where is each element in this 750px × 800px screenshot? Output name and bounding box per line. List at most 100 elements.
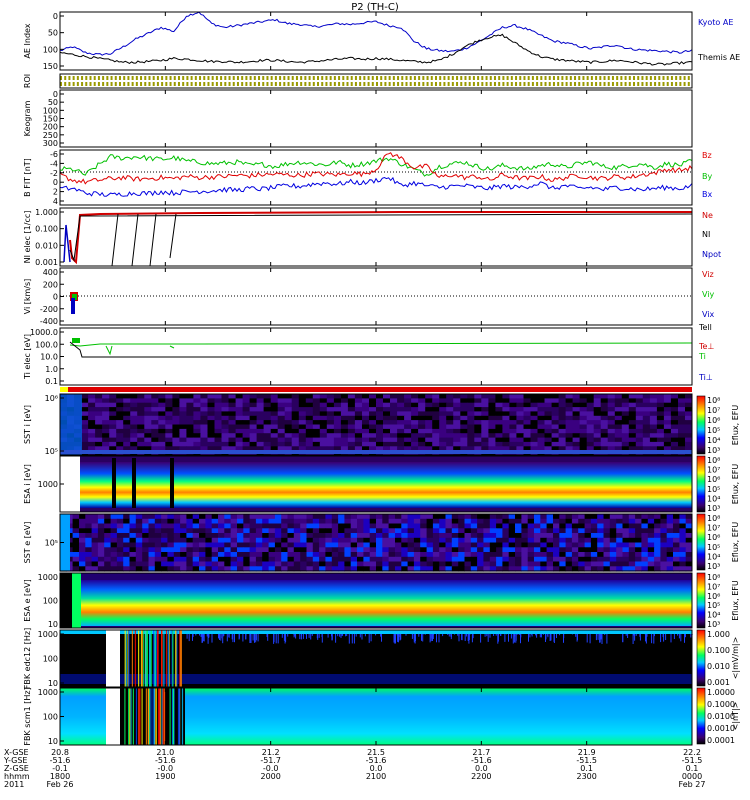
sst-ion-cell [172, 428, 180, 434]
sst-electron-cell [395, 523, 402, 529]
sst-electron-cell [635, 542, 642, 548]
sst-ion-cell [474, 437, 482, 443]
sst-ion-cell [228, 402, 236, 408]
fbk-e-burst [149, 630, 151, 687]
roi-mark [102, 76, 105, 80]
sst-electron-cell [186, 547, 194, 553]
sst-ion-cell [347, 411, 356, 417]
sst-ion-cell [685, 437, 693, 443]
sst-ion-cell [207, 394, 215, 399]
sst-ion-colorbar-tick: 10³ [707, 446, 720, 455]
sst-ion-cell [418, 428, 426, 434]
roi-mark [641, 82, 644, 86]
sst-ion-cell [558, 437, 567, 443]
sst-electron-cell [237, 537, 244, 544]
fbk-e-streak [495, 634, 497, 636]
sst-electron-cell [382, 561, 390, 567]
esa-ion-colorbar-tick: 10⁴ [707, 494, 720, 503]
sst-electron-cell [445, 552, 453, 558]
sst-ion-cell [179, 437, 187, 443]
sst-ion-cell [516, 433, 524, 439]
sst-electron-cell [224, 547, 232, 553]
sst-ion-cell [270, 424, 279, 430]
sst-ion-cell [256, 407, 265, 412]
sst-electron-cell [110, 542, 118, 548]
sst-electron-cell [142, 518, 149, 525]
sst-ion-cell [130, 402, 138, 408]
sst-ion-cell [474, 428, 482, 434]
sst-ion-cell [446, 398, 454, 404]
sst-electron-cell [553, 518, 560, 525]
fbk-e-streak [339, 634, 341, 637]
density-frame [59, 207, 693, 267]
sst-ion-cell [404, 424, 412, 430]
sst-electron-cell [439, 561, 446, 567]
sst-ion-cell [116, 433, 124, 439]
sst-electron-cell [395, 537, 402, 544]
sst-electron-cell [647, 547, 655, 553]
sst-ion-cell [446, 420, 454, 425]
sst-electron-cell [91, 528, 99, 534]
sst-electron-cell [426, 528, 434, 534]
density-npot [63, 224, 71, 263]
fbk-e-streak [299, 634, 301, 640]
sst-ion-cell [614, 415, 623, 421]
sst-electron-cell [154, 537, 162, 544]
roi-mark [266, 82, 269, 86]
sst-electron-cell [192, 533, 200, 539]
sst-electron-cell [161, 514, 168, 520]
fbk-e-streak [208, 634, 210, 638]
sst-ion-cell [642, 407, 651, 412]
sst-ion-cell [362, 394, 370, 399]
sst-ion-cell [509, 428, 517, 434]
sst-electron-cell [590, 552, 598, 558]
sst-ion-cell [383, 394, 391, 399]
sst-ion-cell [523, 407, 531, 412]
roi-mark [367, 82, 370, 86]
sst-ion-cell [649, 437, 658, 443]
sst-ion-cell [537, 437, 545, 443]
sst-electron-cell [300, 518, 307, 525]
ae-index-panel: 050100150AE IndexKyoto AEThemis AE [23, 11, 740, 71]
roi-mark [388, 82, 391, 86]
roi-mark [658, 76, 661, 80]
sst-ion-cell [495, 398, 503, 404]
sst-ion-cell [495, 411, 503, 417]
sst-ion-cell [467, 420, 475, 425]
sst-ion-cell [537, 407, 545, 412]
sst-electron-cell [274, 518, 282, 525]
roi-mark [93, 82, 96, 86]
sst-ion-cell [88, 411, 96, 417]
sst-ion-cell [235, 411, 244, 417]
sst-electron-cell [129, 537, 137, 544]
fbk-e-streak [203, 634, 204, 638]
sst-ion-cell [495, 394, 503, 399]
sst-ion-cell [628, 433, 637, 439]
sst-ion-cell [614, 411, 623, 417]
sst-ion-cell [347, 428, 356, 434]
sst-ion-cell [453, 394, 461, 399]
sst-electron-cell [413, 542, 421, 548]
sst-ion-cell [284, 411, 293, 417]
footer-t-value: 2100 [366, 772, 386, 781]
sst-ion-cell [551, 394, 560, 399]
sst-electron-cell [508, 556, 516, 563]
sst-ion-cell [221, 437, 229, 443]
sst-electron-cell [647, 514, 655, 520]
sst-ion-cell [172, 402, 180, 408]
sst-electron-cell [72, 542, 80, 548]
sst-ion-cell [319, 402, 328, 408]
sst-ion-cell [530, 441, 538, 447]
roi-mark [371, 82, 374, 86]
sst-electron-cell [363, 523, 371, 529]
sst-electron-cell [616, 533, 623, 539]
sst-electron-cell [180, 514, 187, 520]
sst-ion-cell [509, 415, 517, 421]
sst-electron-cell [527, 547, 535, 553]
sst-electron-cell [255, 547, 263, 553]
sst-electron-cell [407, 552, 415, 558]
sst-ion-cell [277, 437, 286, 443]
sst-ion-cell [523, 394, 531, 399]
roi-mark [413, 82, 416, 86]
sst-ion-cell [586, 411, 595, 417]
